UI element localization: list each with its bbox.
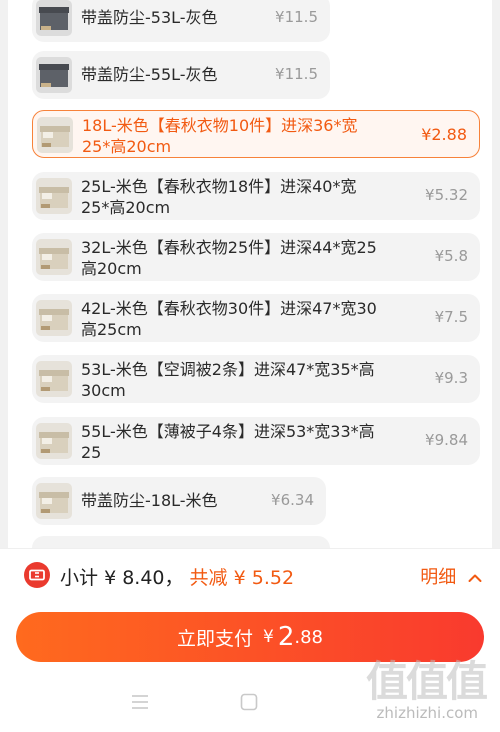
- sku-option-label: 25L-米色【春秋衣物18件】进深40*宽25*高20cm: [81, 177, 357, 217]
- detail-toggle[interactable]: 明细: [420, 563, 482, 589]
- sku-option[interactable]: 25L-米色【春秋衣物18件】进深40*宽25*高20cm ¥5.32: [32, 172, 480, 220]
- menu-icon[interactable]: [131, 694, 149, 710]
- sku-option-price: ¥9.84: [425, 431, 468, 449]
- sku-list-area: 带盖防尘-53L-灰色 ¥11.5 带盖防尘-55L-灰色 ¥11.5 18L-…: [0, 0, 500, 548]
- detail-label: 明细: [420, 567, 457, 588]
- sku-option[interactable]: 42L-米色【春秋衣物30件】进深47*宽30高25cm ¥7.5: [32, 294, 480, 342]
- sku-option-price: ¥11.5: [275, 65, 318, 83]
- sku-option-selected[interactable]: 18L-米色【春秋衣物10件】进深36*宽25*高20cm ¥2.88: [32, 110, 480, 158]
- beige-box-thumbnail: [36, 178, 72, 214]
- watermark-logo: 值值值: [365, 657, 488, 706]
- sku-option-price: ¥9.3: [434, 369, 468, 387]
- sku-option[interactable]: 带盖防尘-18L-米色 ¥6.34: [32, 477, 326, 525]
- subtotal-label: 小计: [60, 567, 99, 589]
- beige-box-thumbnail: [36, 300, 72, 336]
- sku-option[interactable]: 带盖防尘-55L-灰色 ¥11.5: [32, 51, 330, 99]
- sku-option-price: ¥6.34: [271, 491, 314, 509]
- gray-box-thumbnail: [36, 57, 72, 93]
- sku-option-price: ¥2.88: [421, 125, 467, 144]
- sku-option-label: 32L-米色【春秋衣物25件】进深44*宽25高20cm: [81, 238, 377, 278]
- chevron-up-icon: [468, 574, 482, 582]
- sku-option-label: 带盖防尘-55L-灰色: [81, 65, 218, 84]
- sku-option-label: 53L-米色【空调被2条】进深47*宽35*高30cm: [81, 360, 375, 400]
- sku-option-price: ¥11.5: [275, 8, 318, 26]
- beige-box-thumbnail: [36, 239, 72, 275]
- sku-option-label: 18L-米色【春秋衣物10件】进深36*宽25*高20cm: [82, 116, 358, 156]
- sku-option-label: 带盖防尘-53L-灰色: [81, 8, 218, 27]
- pay-amount-integer: 2: [277, 622, 295, 652]
- sku-option-price: ¥5.8: [434, 247, 468, 265]
- gray-box-thumbnail: [36, 0, 72, 36]
- sku-option[interactable]: 55L-米色【薄被子4条】进深53*宽33*高25 ¥9.84: [32, 417, 480, 465]
- sku-option-partial[interactable]: [32, 536, 330, 548]
- subtotal-value: ¥ 8.40，: [104, 567, 184, 589]
- watermark-url: zhizhizhi.com: [376, 704, 478, 722]
- sku-panel: 带盖防尘-53L-灰色 ¥11.5 带盖防尘-55L-灰色 ¥11.5 18L-…: [8, 0, 492, 548]
- beige-box-thumbnail: [36, 483, 72, 519]
- sku-option-label: 55L-米色【薄被子4条】进深53*宽33*高25: [81, 422, 375, 462]
- discount-label: 共减: [189, 567, 228, 589]
- coupon-ticket-icon: [24, 562, 50, 588]
- order-summary-bar: 小计 ¥ 8.40， 共减 ¥ 5.52 明细: [0, 548, 500, 601]
- sku-option-label: 带盖防尘-18L-米色: [81, 491, 218, 510]
- discount-value: ¥ 5.52: [233, 567, 295, 589]
- beige-box-thumbnail: [37, 117, 73, 153]
- sku-option-price: ¥7.5: [434, 308, 468, 326]
- beige-box-thumbnail: [36, 423, 72, 459]
- beige-box-thumbnail: [36, 361, 72, 397]
- sku-option[interactable]: 带盖防尘-53L-灰色 ¥11.5: [32, 0, 330, 42]
- sku-option[interactable]: 53L-米色【空调被2条】进深47*宽35*高30cm ¥9.3: [32, 355, 480, 403]
- price-summary: 小计 ¥ 8.40， 共减 ¥ 5.52: [60, 563, 294, 590]
- sku-option-label: 42L-米色【春秋衣物30件】进深47*宽30高25cm: [81, 299, 377, 339]
- pay-currency: ¥: [263, 627, 274, 647]
- pay-button-label: 立即支付: [176, 627, 253, 650]
- pay-amount-decimal: .88: [294, 626, 324, 648]
- sku-option[interactable]: 32L-米色【春秋衣物25件】进深44*宽25高20cm ¥5.8: [32, 233, 480, 281]
- home-square-icon[interactable]: [240, 693, 258, 711]
- sku-option-price: ¥5.32: [425, 186, 468, 204]
